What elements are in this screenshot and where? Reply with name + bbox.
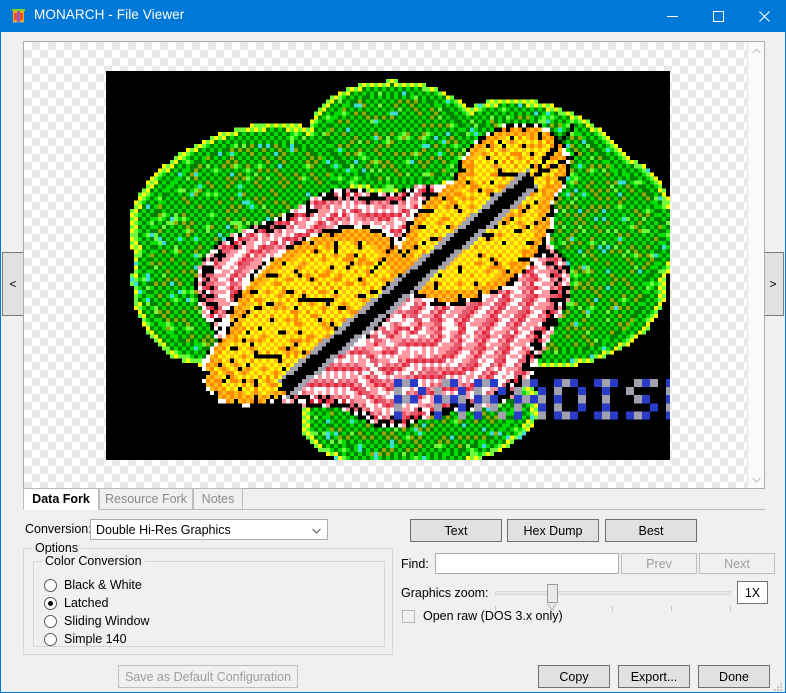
maximize-button[interactable]: [695, 1, 741, 32]
image-preview-panel: [23, 41, 765, 489]
radio-sliding-window-label: Sliding Window: [64, 614, 150, 628]
find-prev-button[interactable]: Prev: [621, 553, 697, 574]
find-input[interactable]: [435, 553, 619, 574]
tab-resource-fork[interactable]: Resource Fork: [99, 488, 193, 510]
zoom-slider-thumb[interactable]: [547, 584, 558, 603]
radio-latched[interactable]: Latched: [44, 594, 108, 612]
minimize-icon: [666, 16, 678, 17]
resize-grip[interactable]: [771, 679, 783, 691]
checkbox-icon[interactable]: [402, 609, 415, 623]
fork-tabstrip: Data Fork Resource Fork Notes: [23, 488, 765, 510]
copy-button[interactable]: Copy: [538, 665, 610, 688]
find-next-button[interactable]: Next: [699, 553, 775, 574]
text-view-label: Text: [444, 523, 468, 538]
radio-mark-icon: [44, 578, 57, 592]
next-file-label: >: [769, 277, 777, 291]
close-button[interactable]: [741, 1, 785, 32]
monarch-app-icon: [10, 8, 27, 25]
export-button[interactable]: Export...: [618, 665, 690, 688]
close-icon: [758, 11, 770, 22]
options-groupbox: Options Color Conversion Black & White L…: [23, 541, 393, 655]
done-button[interactable]: Done: [698, 665, 770, 688]
previous-file-button[interactable]: <: [2, 252, 24, 316]
zoom-tick: [612, 606, 613, 611]
zoom-level-readout: 1X: [737, 581, 768, 604]
graphics-artwork: [106, 71, 670, 460]
conversion-label: Conversion:: [25, 522, 92, 536]
preview-vertical-scrollbar[interactable]: [747, 42, 764, 488]
open-raw-label: Open raw (DOS 3.x only): [423, 609, 563, 623]
radio-simple-140-label: Simple 140: [64, 632, 127, 646]
artwork-canvas: [106, 71, 670, 460]
window-title: MONARCH - File Viewer: [34, 7, 185, 22]
save-default-configuration-button[interactable]: Save as Default Configuration: [118, 665, 298, 688]
tab-data-fork[interactable]: Data Fork: [23, 488, 99, 510]
file-viewer-window: MONARCH - File Viewer < > Data Fork Reso…: [0, 0, 786, 693]
previous-file-label: <: [9, 277, 17, 291]
tab-notes-label: Notes: [201, 492, 235, 506]
zoom-tick: [671, 606, 672, 611]
done-label: Done: [719, 669, 749, 684]
open-raw-checkbox-row[interactable]: Open raw (DOS 3.x only): [402, 609, 563, 623]
tab-notes[interactable]: Notes: [193, 488, 243, 510]
radio-black-and-white-label: Black & White: [64, 578, 142, 592]
hex-dump-view-button[interactable]: Hex Dump: [507, 519, 599, 542]
save-default-configuration-label: Save as Default Configuration: [124, 669, 292, 684]
zoom-tick: [730, 606, 731, 611]
find-next-label: Next: [724, 556, 750, 571]
hex-dump-view-label: Hex Dump: [523, 523, 583, 538]
next-file-button[interactable]: >: [762, 252, 784, 316]
minimize-button[interactable]: [649, 1, 695, 32]
tab-data-fork-label: Data Fork: [32, 492, 90, 506]
color-conversion-groupbox: Color Conversion Black & White Latched S…: [33, 554, 385, 648]
find-label: Find:: [401, 557, 429, 571]
scroll-down-icon[interactable]: [748, 471, 764, 488]
color-conversion-legend: Color Conversion: [42, 554, 145, 568]
radio-black-and-white[interactable]: Black & White: [44, 576, 142, 594]
text-view-button[interactable]: Text: [410, 519, 502, 542]
radio-sliding-window[interactable]: Sliding Window: [44, 612, 149, 630]
copy-label: Copy: [559, 669, 589, 684]
scroll-up-icon[interactable]: [748, 42, 764, 59]
tab-resource-fork-label: Resource Fork: [105, 492, 187, 506]
best-view-button[interactable]: Best: [605, 519, 697, 542]
best-view-label: Best: [638, 523, 664, 538]
chevron-down-icon: [312, 520, 321, 541]
radio-mark-icon: [44, 596, 57, 610]
radio-mark-icon: [44, 614, 57, 628]
graphics-zoom-slider[interactable]: [495, 582, 731, 611]
radio-simple-140[interactable]: Simple 140: [44, 630, 127, 648]
zoom-slider-track: [495, 591, 731, 595]
maximize-icon: [712, 11, 724, 22]
controls-panel: Conversion: Double Hi-Res Graphics Optio…: [1, 510, 785, 692]
conversion-selected-value: Double Hi-Res Graphics: [96, 522, 231, 537]
conversion-select[interactable]: Double Hi-Res Graphics: [90, 519, 328, 540]
radio-mark-icon: [44, 632, 57, 646]
export-label: Export...: [630, 669, 678, 684]
graphics-zoom-label: Graphics zoom:: [401, 586, 489, 600]
find-prev-label: Prev: [646, 556, 672, 571]
radio-latched-label: Latched: [64, 596, 109, 610]
zoom-level-text: 1X: [744, 585, 761, 600]
options-legend: Options: [32, 541, 82, 555]
title-bar[interactable]: MONARCH - File Viewer: [1, 1, 785, 32]
